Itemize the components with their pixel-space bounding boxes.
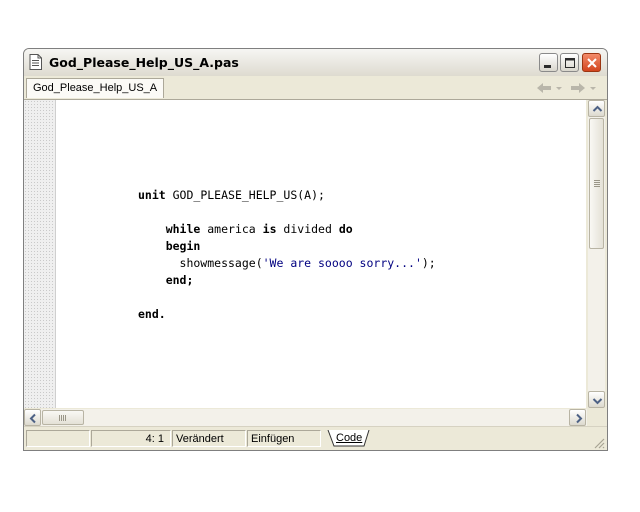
code-line[interactable]: begin — [138, 238, 436, 255]
horizontal-scrollbar[interactable] — [24, 408, 587, 426]
status-panel-blank — [26, 430, 90, 447]
editor-tab-bar: God_Please_Help_US_A — [24, 76, 607, 100]
code-keyword: unit — [138, 188, 166, 202]
code-token: showmessage( — [138, 256, 263, 270]
code-line[interactable]: end. — [138, 306, 436, 323]
code-keyword: while — [165, 222, 201, 236]
back-dropdown-icon[interactable] — [555, 81, 563, 95]
vertical-scrollbar[interactable] — [587, 100, 605, 408]
code-token: divided — [276, 222, 339, 236]
code-line[interactable] — [138, 204, 436, 221]
editor-gutter[interactable] — [24, 100, 56, 408]
code-keyword: end; — [165, 273, 194, 287]
cursor-position: 4: 1 — [91, 430, 171, 447]
minimize-icon — [544, 65, 551, 68]
code-token: america — [200, 222, 263, 236]
forward-arrow-icon[interactable] — [568, 81, 588, 95]
code-line[interactable]: unit GOD_PLEASE_HELP_US(A); — [138, 187, 436, 204]
scrollbar-corner — [587, 408, 604, 425]
window-title: God_Please_Help_US_A.pas — [49, 55, 239, 70]
chevron-down-icon — [592, 398, 603, 405]
code-keyword: do — [338, 222, 353, 236]
scroll-down-button[interactable] — [588, 391, 605, 408]
scroll-left-button[interactable] — [24, 409, 41, 426]
chevron-left-icon — [29, 413, 36, 424]
code-line[interactable]: while america is divided do — [138, 221, 436, 238]
forward-dropdown-icon[interactable] — [589, 81, 597, 95]
minimize-button[interactable] — [539, 53, 558, 72]
insert-mode[interactable]: Einfügen — [247, 430, 321, 447]
horizontal-scroll-thumb[interactable] — [42, 410, 84, 425]
back-arrow-icon[interactable] — [534, 81, 554, 95]
code-keyword: end. — [138, 307, 166, 321]
tab-file[interactable]: God_Please_Help_US_A — [26, 78, 165, 98]
status-bar: 4: 1 Verändert Einfügen Code — [24, 426, 607, 450]
chevron-up-icon — [592, 105, 603, 112]
scroll-right-button[interactable] — [569, 409, 586, 426]
close-icon — [587, 58, 597, 68]
code-text[interactable]: unit GOD_PLEASE_HELP_US(A); while americ… — [138, 187, 436, 323]
tab-code[interactable]: Code — [326, 430, 370, 447]
title-bar[interactable]: God_Please_Help_US_A.pas — [24, 49, 607, 77]
code-line[interactable]: end; — [138, 272, 436, 289]
vertical-scroll-thumb[interactable] — [589, 118, 604, 249]
code-string: 'We are soooo sorry...' — [262, 256, 422, 270]
code-editor[interactable]: unit GOD_PLEASE_HELP_US(A); while americ… — [24, 100, 586, 408]
code-tab-label: Code — [336, 432, 363, 444]
editor-window: God_Please_Help_US_A.pas God_Please_Help… — [23, 48, 608, 451]
resize-grip-icon[interactable] — [593, 437, 605, 449]
chevron-right-icon — [576, 413, 583, 424]
close-button[interactable] — [582, 53, 601, 72]
maximize-button[interactable] — [560, 53, 579, 72]
document-icon — [29, 54, 42, 70]
code-line[interactable] — [138, 289, 436, 306]
code-keyword: begin — [165, 239, 201, 253]
code-line[interactable]: showmessage('We are soooo sorry...'); — [138, 255, 436, 272]
modified-status: Verändert — [172, 430, 246, 447]
code-keyword: is — [262, 222, 277, 236]
code-token: ); — [421, 256, 436, 270]
code-token: GOD_PLEASE_HELP_US(A); — [165, 188, 325, 202]
scroll-up-button[interactable] — [588, 100, 605, 117]
maximize-icon — [565, 58, 575, 68]
